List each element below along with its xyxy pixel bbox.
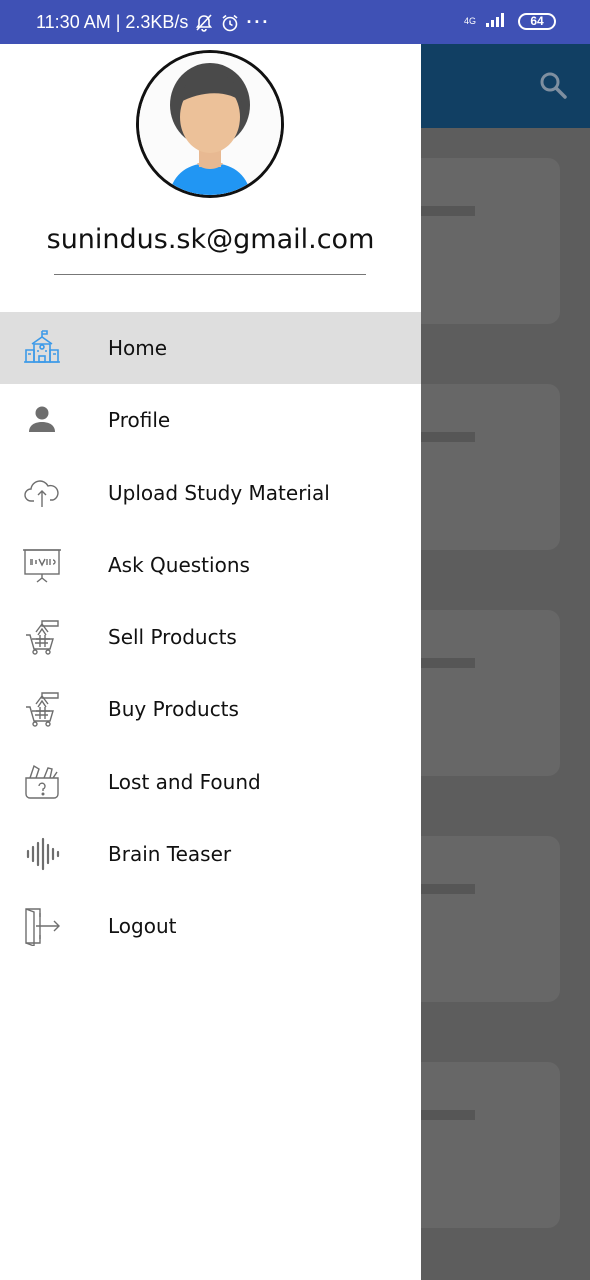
menu-label-logout: Logout [108, 914, 177, 939]
lost-found-box-icon [22, 762, 62, 802]
menu-label-profile: Profile [108, 408, 171, 433]
person-icon [22, 400, 62, 440]
email-divider [54, 274, 366, 275]
signal-icon [486, 11, 508, 32]
more-dots: ··· [246, 12, 271, 32]
menu-label-upload: Upload Study Material [108, 480, 330, 505]
menu-item-logout[interactable]: Logout [0, 890, 421, 962]
shopping-cart-tag-icon [22, 617, 62, 657]
mute-bell-icon [194, 13, 214, 33]
school-building-icon [22, 328, 62, 368]
content-card [400, 158, 560, 324]
menu-label-sell-products: Sell Products [108, 625, 237, 650]
status-time-speed: 11:30 AM | 2.3KB/s [36, 12, 189, 32]
menu-item-buy-products[interactable]: Buy Products [0, 673, 421, 745]
content-card [400, 1062, 560, 1228]
menu-label-brain-teaser: Brain Teaser [108, 841, 232, 866]
status-right: 4G 64 [464, 11, 556, 32]
status-bar: 11:30 AM | 2.3KB/s ··· 4G 64 [0, 0, 590, 44]
menu-item-upload-study-material[interactable]: Upload Study Material [0, 457, 421, 529]
drawer-menu: Home Profile Upload Study Material Ask Q… [0, 312, 421, 962]
menu-item-profile[interactable]: Profile [0, 384, 421, 456]
user-email: sunindus.sk@gmail.com [46, 224, 375, 255]
alarm-clock-icon [220, 13, 240, 33]
shopping-cart-tag-icon [22, 689, 62, 729]
menu-item-brain-teaser[interactable]: Brain Teaser [0, 818, 421, 890]
content-card [400, 384, 560, 550]
sound-wave-icon [22, 834, 62, 874]
menu-label-home: Home [108, 336, 168, 361]
status-left: 11:30 AM | 2.3KB/s ··· [36, 12, 270, 33]
cloud-upload-icon [22, 473, 62, 513]
search-icon[interactable] [538, 70, 568, 104]
navigation-drawer: sunindus.sk@gmail.com Home Profile Uploa… [0, 44, 421, 1280]
menu-label-ask-questions: Ask Questions [108, 552, 250, 577]
menu-item-ask-questions[interactable]: Ask Questions [0, 529, 421, 601]
menu-label-buy-products: Buy Products [108, 697, 239, 722]
menu-item-lost-and-found[interactable]: Lost and Found [0, 746, 421, 818]
content-card [400, 610, 560, 776]
content-card [400, 836, 560, 1002]
menu-item-home[interactable]: Home [0, 312, 421, 385]
network-type: 4G [463, 16, 476, 26]
menu-label-lost-and-found: Lost and Found [108, 769, 261, 794]
avatar[interactable] [136, 50, 284, 198]
presentation-board-icon [22, 545, 62, 585]
battery-indicator: 64 [518, 13, 556, 30]
logout-door-icon [22, 906, 62, 947]
menu-item-sell-products[interactable]: Sell Products [0, 601, 421, 673]
